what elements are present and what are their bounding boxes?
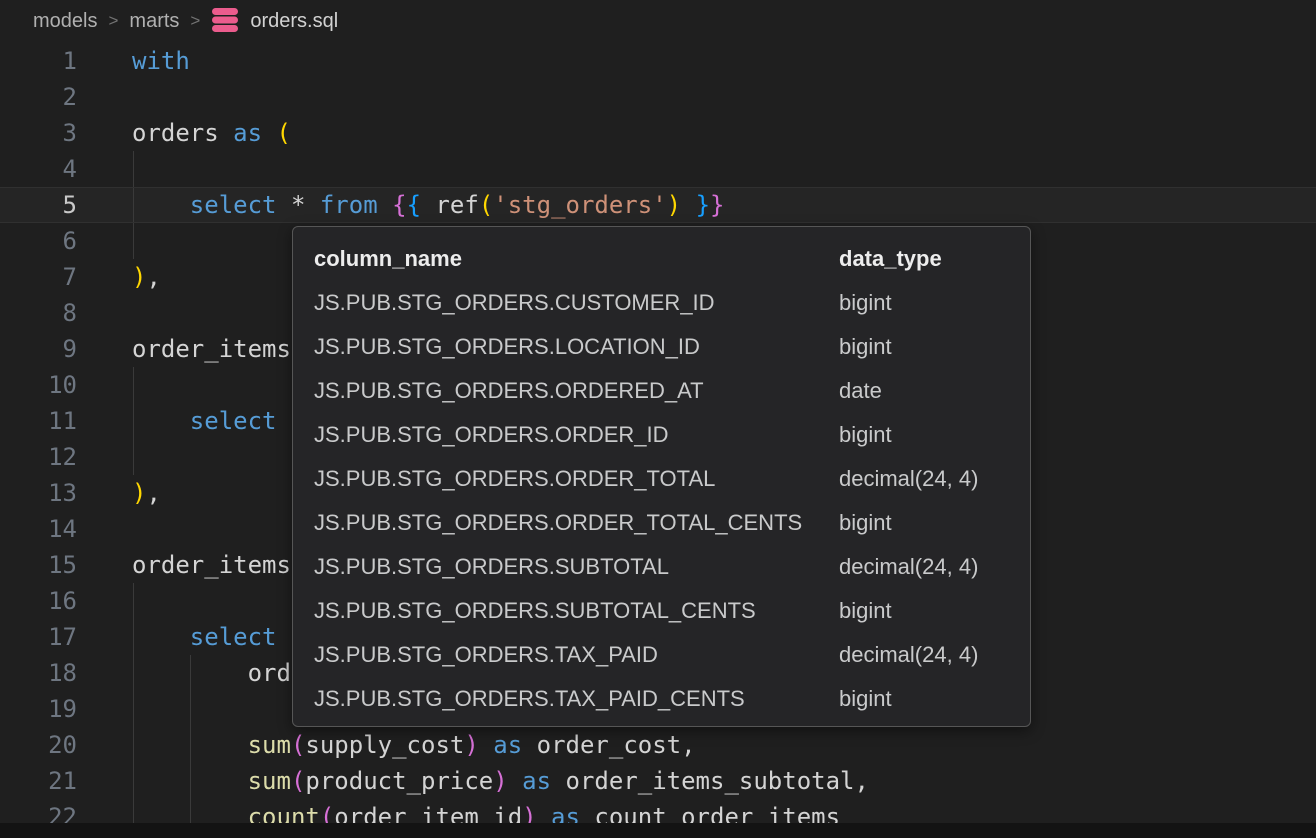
code-line-2[interactable]: 2 [0,79,1316,115]
breadcrumb-item-models[interactable]: models [33,10,97,33]
code-text: with [132,43,190,79]
database-icon [211,7,239,39]
code-text: select * from {{ ref('stg_orders') }} [132,188,724,222]
column-name-cell: JS.PUB.STG_ORDERS.TAX_PAID [314,633,839,677]
code-line-20[interactable]: 20 sum(supply_cost) as order_cost, [0,727,1316,763]
line-number[interactable]: 21 [0,763,77,799]
line-number[interactable]: 15 [0,547,77,583]
data-type-cell: decimal(24, 4) [839,545,1030,589]
indent-guide [133,151,134,187]
column-name-cell: JS.PUB.STG_ORDERS.ORDERED_AT [314,369,839,413]
line-number[interactable]: 18 [0,655,77,691]
data-type-cell: bigint [839,281,1030,325]
line-number[interactable]: 6 [0,223,77,259]
breadcrumb-item-marts[interactable]: marts [129,10,179,33]
chevron-right-icon: > [190,11,200,31]
code-text: ord [132,655,291,691]
code-text: orders as ( [132,115,291,151]
line-number[interactable]: 19 [0,691,77,727]
line-number[interactable]: 8 [0,295,77,331]
data-type-cell: date [839,369,1030,413]
column-name-header: column_name [314,237,839,281]
line-number[interactable]: 14 [0,511,77,547]
indent-guide [190,691,191,727]
indent-guide [133,583,134,619]
code-text: order_items [132,331,291,367]
code-line-4[interactable]: 4 [0,151,1316,187]
columns-table: column_name data_type JS.PUB.STG_ORDERS.… [314,237,1030,721]
code-text: count(order_item_id) as count_order_item… [132,799,840,823]
code-text: select [132,403,277,439]
code-line-21[interactable]: 21 sum(product_price) as order_items_sub… [0,763,1316,799]
data-type-cell: bigint [839,325,1030,369]
breadcrumb-file[interactable]: orders.sql [250,10,338,33]
line-number[interactable]: 10 [0,367,77,403]
line-number[interactable]: 1 [0,43,77,79]
data-type-cell: bigint [839,501,1030,545]
indent-guide [133,223,134,259]
column-name-cell: JS.PUB.STG_ORDERS.CUSTOMER_ID [314,281,839,325]
hover-tooltip: column_name data_type JS.PUB.STG_ORDERS.… [292,226,1031,727]
line-number[interactable]: 9 [0,331,77,367]
line-number[interactable]: 11 [0,403,77,439]
line-number[interactable]: 22 [0,799,77,823]
code-text: sum(supply_cost) as order_cost, [132,727,696,763]
code-line-1[interactable]: 1 with [0,43,1316,79]
line-number[interactable]: 16 [0,583,77,619]
data-type-header: data_type [839,237,1030,281]
code-text: select [132,619,277,655]
column-name-cell: JS.PUB.STG_ORDERS.SUBTOTAL_CENTS [314,589,839,633]
line-number[interactable]: 12 [0,439,77,475]
line-number[interactable]: 20 [0,727,77,763]
line-number[interactable]: 17 [0,619,77,655]
chevron-right-icon: > [108,11,118,31]
breadcrumb: models > marts > orders.sql [0,0,1316,43]
line-number[interactable]: 13 [0,475,77,511]
indent-guide [133,691,134,727]
line-number[interactable]: 2 [0,79,77,115]
code-text: sum(product_price) as order_items_subtot… [132,763,869,799]
indent-guide [133,439,134,475]
indent-guide [133,367,134,403]
column-name-cell: JS.PUB.STG_ORDERS.ORDER_TOTAL [314,457,839,501]
column-name-cell: JS.PUB.STG_ORDERS.LOCATION_ID [314,325,839,369]
column-name-cell: JS.PUB.STG_ORDERS.ORDER_TOTAL_CENTS [314,501,839,545]
data-type-cell: bigint [839,413,1030,457]
line-number[interactable]: 5 [0,188,77,222]
code-text: order_items [132,547,291,583]
column-name-cell: JS.PUB.STG_ORDERS.ORDER_ID [314,413,839,457]
code-line-3[interactable]: 3 orders as ( [0,115,1316,151]
code-text: ), [132,259,161,295]
data-type-cell: bigint [839,677,1030,721]
code-line-5[interactable]: 5 select * from {{ ref('stg_orders') }} [0,187,1316,223]
data-type-cell: decimal(24, 4) [839,633,1030,677]
column-name-cell: JS.PUB.STG_ORDERS.TAX_PAID_CENTS [314,677,839,721]
data-type-cell: decimal(24, 4) [839,457,1030,501]
line-number[interactable]: 7 [0,259,77,295]
window-bottom-edge [0,823,1316,838]
line-number[interactable]: 4 [0,151,77,187]
code-line-22[interactable]: 22 count(order_item_id) as count_order_i… [0,799,1316,823]
code-text: ), [132,475,161,511]
data-type-cell: bigint [839,589,1030,633]
column-name-cell: JS.PUB.STG_ORDERS.SUBTOTAL [314,545,839,589]
line-number[interactable]: 3 [0,115,77,151]
